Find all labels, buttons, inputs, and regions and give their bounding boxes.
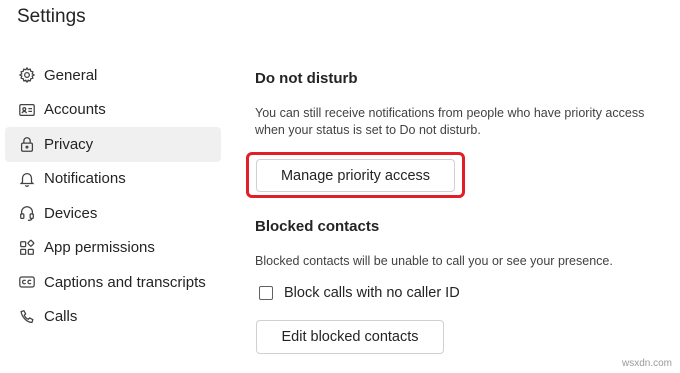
sidebar-item-label: General bbox=[44, 66, 98, 84]
settings-sidebar: General Accounts Privacy Notifications D… bbox=[5, 58, 221, 334]
manage-priority-access-button[interactable]: Manage priority access bbox=[256, 159, 455, 192]
bell-icon bbox=[17, 169, 37, 189]
sidebar-item-label: App permissions bbox=[44, 239, 155, 257]
lock-icon bbox=[17, 134, 37, 154]
blocked-contacts-description: Blocked contacts will be unable to call … bbox=[255, 254, 613, 268]
dnd-description-line2: when your status is set to Do not distur… bbox=[255, 123, 481, 137]
sidebar-item-devices[interactable]: Devices bbox=[5, 196, 221, 231]
headset-icon bbox=[17, 203, 37, 223]
sidebar-item-captions[interactable]: Captions and transcripts bbox=[5, 265, 221, 300]
id-card-icon bbox=[17, 100, 37, 120]
sidebar-item-app-permissions[interactable]: App permissions bbox=[5, 231, 221, 266]
gear-icon bbox=[17, 65, 37, 85]
dnd-heading: Do not disturb bbox=[255, 70, 358, 87]
dnd-description-line1: You can still receive notifications from… bbox=[255, 106, 645, 120]
block-no-caller-id-checkbox[interactable] bbox=[259, 286, 273, 300]
sidebar-item-accounts[interactable]: Accounts bbox=[5, 93, 221, 128]
phone-icon bbox=[17, 307, 37, 327]
cc-icon bbox=[17, 272, 37, 292]
sidebar-item-calls[interactable]: Calls bbox=[5, 300, 221, 335]
watermark: wsxdn.com bbox=[621, 358, 672, 369]
sidebar-item-label: Calls bbox=[44, 308, 78, 326]
sidebar-item-label: Captions and transcripts bbox=[44, 273, 206, 291]
apps-icon bbox=[17, 238, 37, 258]
sidebar-item-label: Devices bbox=[44, 204, 98, 222]
sidebar-item-label: Privacy bbox=[44, 135, 94, 153]
sidebar-item-general[interactable]: General bbox=[5, 58, 221, 93]
sidebar-item-label: Notifications bbox=[44, 170, 126, 188]
sidebar-item-notifications[interactable]: Notifications bbox=[5, 162, 221, 197]
block-no-caller-id-row[interactable]: Block calls with no caller ID bbox=[259, 285, 460, 301]
sidebar-item-privacy[interactable]: Privacy bbox=[5, 127, 221, 162]
sidebar-item-label: Accounts bbox=[44, 101, 106, 119]
page-title: Settings bbox=[17, 6, 86, 27]
blocked-contacts-heading: Blocked contacts bbox=[255, 218, 380, 235]
block-no-caller-id-label[interactable]: Block calls with no caller ID bbox=[284, 285, 460, 301]
edit-blocked-contacts-button[interactable]: Edit blocked contacts bbox=[256, 320, 444, 354]
